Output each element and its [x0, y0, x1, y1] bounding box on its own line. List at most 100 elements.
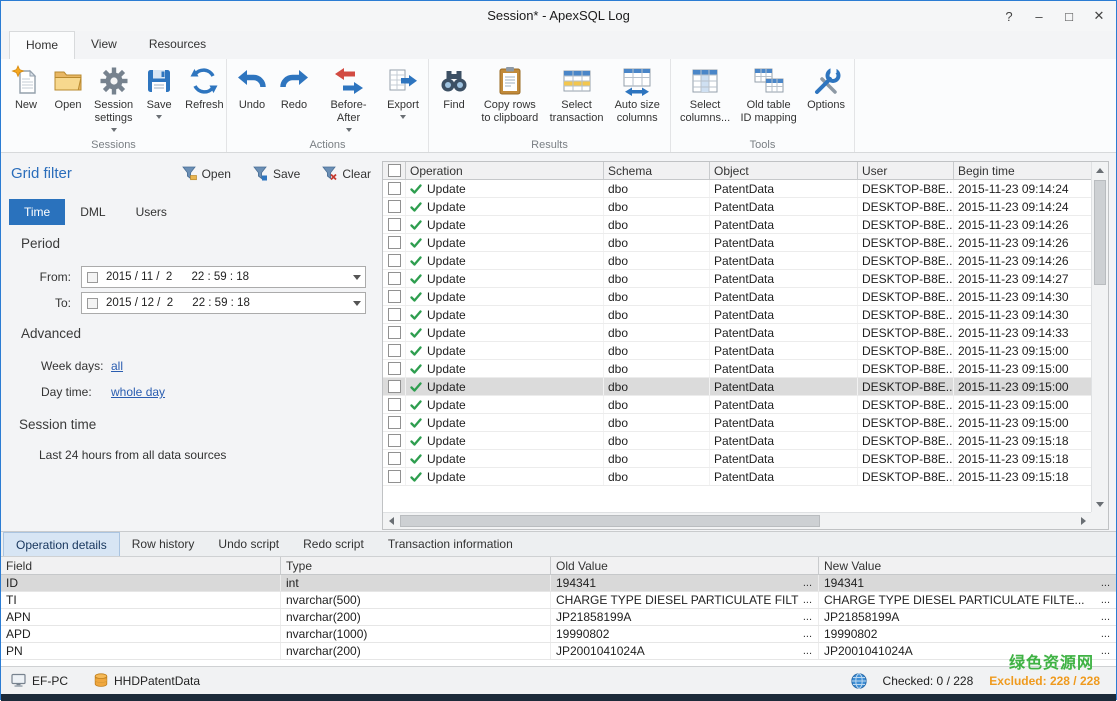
expand-new-value-button[interactable]: ... — [1097, 628, 1116, 640]
expand-new-value-button[interactable]: ... — [1097, 645, 1116, 657]
expand-old-value-button[interactable]: ... — [799, 645, 818, 657]
header-begin-time[interactable]: Begin time — [954, 162, 1091, 179]
expand-old-value-button[interactable]: ... — [799, 594, 818, 606]
session-settings-dropdown-icon[interactable] — [111, 128, 117, 132]
options-button[interactable]: Options — [802, 62, 850, 115]
to-date-checkbox-icon[interactable] — [87, 298, 98, 309]
expand-new-value-button[interactable]: ... — [1097, 594, 1116, 606]
old-table-id-mapping-button[interactable]: Old table ID mapping — [735, 62, 802, 128]
from-datetime-input[interactable]: 2015 / 11 / 2 22 : 59 : 18 — [81, 266, 366, 288]
scroll-right-button[interactable] — [1075, 513, 1091, 529]
expand-old-value-button[interactable]: ... — [799, 611, 818, 623]
row-checkbox[interactable] — [388, 272, 401, 285]
row-checkbox[interactable] — [388, 398, 401, 411]
log-row[interactable]: UpdatedboPatentDataDESKTOP-B8E...2015-11… — [383, 270, 1091, 288]
tab-undo-script[interactable]: Undo script — [206, 532, 291, 556]
select-transaction-button[interactable]: Select transaction — [545, 62, 609, 128]
header-field[interactable]: Field — [1, 557, 281, 574]
log-row[interactable]: UpdatedboPatentDataDESKTOP-B8E...2015-11… — [383, 180, 1091, 198]
log-row[interactable]: UpdatedboPatentDataDESKTOP-B8E...2015-11… — [383, 360, 1091, 378]
log-row[interactable]: UpdatedboPatentDataDESKTOP-B8E...2015-11… — [383, 414, 1091, 432]
expand-new-value-button[interactable]: ... — [1097, 611, 1116, 623]
vertical-scrollbar[interactable] — [1091, 162, 1108, 512]
row-checkbox[interactable] — [388, 362, 401, 375]
log-row[interactable]: UpdatedboPatentDataDESKTOP-B8E...2015-11… — [383, 468, 1091, 486]
filter-tab-time[interactable]: Time — [9, 199, 65, 225]
select-all-checkbox[interactable] — [388, 164, 401, 177]
from-dropdown-button[interactable] — [349, 275, 365, 280]
undo-button[interactable]: Undo — [231, 62, 273, 115]
row-checkbox[interactable] — [388, 416, 401, 429]
row-checkbox[interactable] — [388, 344, 401, 357]
before-after-button[interactable]: Before-After — [315, 62, 382, 135]
header-new-value[interactable]: New Value — [819, 557, 1116, 574]
tab-resources[interactable]: Resources — [133, 31, 222, 59]
header-user[interactable]: User — [858, 162, 954, 179]
from-date-checkbox-icon[interactable] — [87, 272, 98, 283]
redo-button[interactable]: Redo — [273, 62, 315, 115]
expand-old-value-button[interactable]: ... — [799, 628, 818, 640]
log-row[interactable]: UpdatedboPatentDataDESKTOP-B8E...2015-11… — [383, 216, 1091, 234]
log-row[interactable]: UpdatedboPatentDataDESKTOP-B8E...2015-11… — [383, 324, 1091, 342]
tab-operation-details[interactable]: Operation details — [3, 532, 120, 556]
details-row[interactable]: TInvarchar(500)CHARGE TYPE DIESEL PARTIC… — [1, 592, 1116, 609]
select-columns-button[interactable]: Select columns... — [675, 62, 735, 128]
row-checkbox[interactable] — [388, 236, 401, 249]
close-button[interactable]: ✕ — [1084, 1, 1114, 31]
horizontal-scrollbar[interactable] — [383, 512, 1091, 529]
row-checkbox[interactable] — [388, 308, 401, 321]
details-row[interactable]: IDint194341...194341... — [1, 575, 1116, 592]
before-after-dropdown-icon[interactable] — [346, 128, 352, 132]
tab-row-history[interactable]: Row history — [120, 532, 207, 556]
expand-old-value-button[interactable]: ... — [799, 577, 818, 589]
day-time-link[interactable]: whole day — [111, 385, 165, 399]
row-checkbox[interactable] — [388, 326, 401, 339]
horizontal-scroll-thumb[interactable] — [400, 515, 820, 527]
scroll-left-button[interactable] — [383, 513, 399, 529]
log-row[interactable]: UpdatedboPatentDataDESKTOP-B8E...2015-11… — [383, 198, 1091, 216]
refresh-button[interactable]: Refresh — [180, 62, 229, 115]
row-checkbox[interactable] — [388, 200, 401, 213]
details-row[interactable]: APDnvarchar(1000)19990802...19990802... — [1, 626, 1116, 643]
log-row[interactable]: UpdatedboPatentDataDESKTOP-B8E...2015-11… — [383, 432, 1091, 450]
tab-view[interactable]: View — [75, 31, 133, 59]
export-dropdown-icon[interactable] — [400, 115, 406, 119]
log-row[interactable]: UpdatedboPatentDataDESKTOP-B8E...2015-11… — [383, 288, 1091, 306]
row-checkbox[interactable] — [388, 254, 401, 267]
filter-save-button[interactable]: Save — [253, 166, 300, 181]
auto-size-columns-button[interactable]: Auto size columns — [608, 62, 666, 128]
header-operation[interactable]: Operation — [406, 162, 604, 179]
filter-tab-dml[interactable]: DML — [65, 199, 120, 225]
log-row[interactable]: UpdatedboPatentDataDESKTOP-B8E...2015-11… — [383, 342, 1091, 360]
filter-clear-button[interactable]: Clear — [322, 166, 371, 181]
row-checkbox[interactable] — [388, 434, 401, 447]
scroll-down-button[interactable] — [1092, 496, 1108, 512]
filter-open-button[interactable]: Open — [182, 166, 231, 181]
new-button[interactable]: New — [5, 62, 47, 115]
to-dropdown-button[interactable] — [349, 301, 365, 306]
scroll-up-button[interactable] — [1092, 162, 1108, 178]
export-button[interactable]: Export — [382, 62, 424, 122]
header-old-value[interactable]: Old Value — [551, 557, 819, 574]
to-datetime-input[interactable]: 2015 / 12 / 2 22 : 59 : 18 — [81, 292, 366, 314]
row-checkbox[interactable] — [388, 218, 401, 231]
row-checkbox[interactable] — [388, 470, 401, 483]
open-button[interactable]: Open — [47, 62, 89, 115]
log-row[interactable]: UpdatedboPatentDataDESKTOP-B8E...2015-11… — [383, 450, 1091, 468]
session-settings-button[interactable]: Session settings — [89, 62, 138, 135]
filter-tab-users[interactable]: Users — [121, 199, 182, 225]
minimize-button[interactable]: – — [1024, 1, 1054, 31]
tab-home[interactable]: Home — [9, 31, 75, 59]
header-type[interactable]: Type — [281, 557, 551, 574]
row-checkbox[interactable] — [388, 182, 401, 195]
row-checkbox[interactable] — [388, 380, 401, 393]
help-button[interactable]: ? — [994, 1, 1024, 31]
log-row[interactable]: UpdatedboPatentDataDESKTOP-B8E...2015-11… — [383, 252, 1091, 270]
details-row[interactable]: APNnvarchar(200)JP21858199A...JP21858199… — [1, 609, 1116, 626]
week-days-link[interactable]: all — [111, 359, 123, 373]
log-row[interactable]: UpdatedboPatentDataDESKTOP-B8E...2015-11… — [383, 378, 1091, 396]
row-checkbox[interactable] — [388, 452, 401, 465]
find-button[interactable]: Find — [433, 62, 475, 115]
tab-transaction-information[interactable]: Transaction information — [376, 532, 525, 556]
header-schema[interactable]: Schema — [604, 162, 710, 179]
